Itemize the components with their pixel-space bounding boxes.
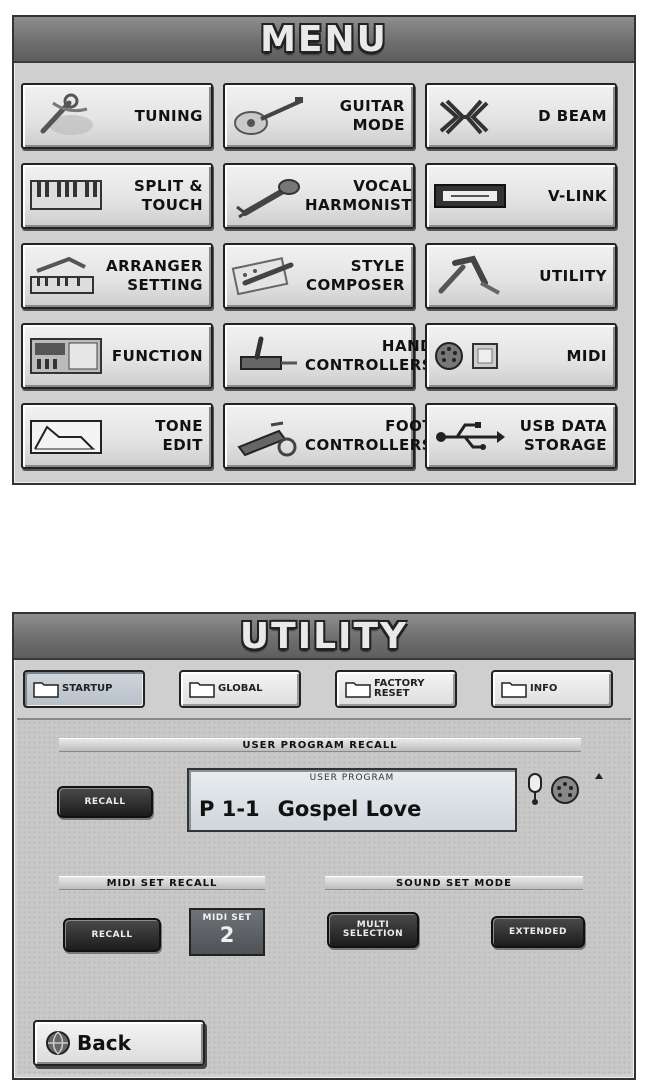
utility-tabs: STARTUP GLOBAL FACTORY RESET INFO (21, 670, 627, 710)
keyboard-icon (29, 173, 103, 219)
usb-icon (433, 413, 507, 459)
tab-label: GLOBAL (218, 683, 263, 694)
menu-button-foot-controllers[interactable]: FOOT CONTROLLERS (223, 403, 433, 469)
extended-button[interactable]: EXTENDED (491, 916, 585, 948)
utility-panel: UTILITY STARTUP GLOBAL FACTORY RESET INF… (12, 612, 636, 1080)
menu-button-usb-data-storage[interactable]: USB DATA STORAGE (425, 403, 617, 469)
menu-button-guitar-mode[interactable]: GUITAR MODE (223, 83, 415, 149)
user-program-caption: USER PROGRAM (309, 773, 395, 783)
foot-controller-icon (231, 413, 305, 459)
utility-tools-icon (433, 253, 507, 299)
microphone-icon (231, 173, 305, 219)
folder-icon (33, 682, 59, 698)
utility-title: UTILITY (14, 614, 634, 660)
midi-set-display[interactable]: MIDI SET 2 (189, 908, 265, 956)
midi-connector-icon[interactable] (549, 774, 581, 806)
folder-icon (501, 682, 527, 698)
tab-label: STARTUP (62, 683, 113, 694)
menu-button-vocal-harmonist[interactable]: VOCAL HARMONIST (223, 163, 415, 229)
midi-set-value: 2 (219, 923, 235, 947)
tab-label: INFO (530, 683, 558, 694)
arranger-icon (29, 253, 103, 299)
menu-button-label: SPLIT & TOUCH (134, 177, 203, 214)
user-program-display[interactable]: USER PROGRAM P 1-1 Gospel Love (187, 768, 517, 832)
folder-icon (345, 682, 371, 698)
menu-button-v-link[interactable]: V-LINK (425, 163, 617, 229)
user-program-recall-button[interactable]: RECALL (57, 786, 153, 818)
menu-button-label: ARRANGER SETTING (106, 257, 203, 294)
menu-button-tone-edit[interactable]: TONE EDIT (21, 403, 213, 469)
menu-button-arranger-setting[interactable]: ARRANGER SETTING (21, 243, 213, 309)
hand-controller-icon (231, 333, 305, 379)
d-beam-icon (433, 93, 507, 139)
scroll-up-icon[interactable] (593, 770, 605, 782)
user-program-number: P 1-1 (199, 797, 260, 821)
menu-panel: MENU TUNING GUITAR MODE D BEAM SPLIT & T… (12, 15, 636, 485)
menu-button-split-touch[interactable]: SPLIT & TOUCH (21, 163, 213, 229)
menu-button-utility[interactable]: UTILITY (425, 243, 617, 309)
midi-set-recall-button[interactable]: RECALL (63, 918, 161, 952)
back-button[interactable]: Back (33, 1020, 205, 1066)
menu-button-midi[interactable]: MIDI (425, 323, 617, 389)
tone-edit-icon (29, 413, 103, 459)
user-program-recall-header: USER PROGRAM RECALL (59, 738, 581, 752)
menu-button-label: MIDI (566, 346, 607, 365)
menu-title: MENU (14, 17, 634, 63)
user-program-value: P 1-1 Gospel Love (199, 792, 509, 826)
user-program-name: Gospel Love (277, 797, 422, 821)
menu-button-style-composer[interactable]: STYLE COMPOSER (223, 243, 415, 309)
menu-button-label: TONE EDIT (155, 417, 203, 454)
tab-info[interactable]: INFO (491, 670, 613, 708)
tab-global[interactable]: GLOBAL (179, 670, 301, 708)
menu-button-d-beam[interactable]: D BEAM (425, 83, 617, 149)
folder-icon (189, 682, 215, 698)
style-composer-icon (231, 253, 305, 299)
midi-set-recall-header: MIDI SET RECALL (59, 876, 265, 890)
multi-selection-button[interactable]: MULTI SELECTION (327, 912, 419, 948)
guitar-icon (231, 93, 305, 139)
menu-button-function[interactable]: FUNCTION (21, 323, 213, 389)
menu-button-label: FUNCTION (111, 346, 203, 365)
menu-button-label: FOOT CONTROLLERS (305, 417, 434, 454)
midi-icon (433, 333, 507, 379)
menu-button-label: STYLE COMPOSER (305, 257, 405, 294)
back-button-label: Back (77, 1031, 131, 1055)
menu-button-label: D BEAM (538, 106, 607, 125)
menu-button-label: USB DATA STORAGE (519, 417, 607, 454)
menu-button-label: VOCAL HARMONIST (305, 177, 413, 214)
lock-icon[interactable] (525, 772, 545, 806)
menu-button-label: V-LINK (547, 186, 607, 205)
menu-button-label: TUNING (134, 106, 203, 125)
startup-page: USER PROGRAM RECALL RECALL USER PROGRAM … (17, 718, 631, 1074)
function-icon (29, 333, 103, 379)
menu-button-label: HAND CONTROLLERS (305, 337, 434, 374)
tab-factory-reset[interactable]: FACTORY RESET (335, 670, 457, 708)
tab-startup[interactable]: STARTUP (23, 670, 145, 708)
menu-button-label: UTILITY (539, 266, 607, 285)
menu-button-tuning[interactable]: TUNING (21, 83, 213, 149)
back-globe-icon (46, 1031, 70, 1055)
tuning-wrench-icon (29, 93, 103, 139)
menu-button-hand-controllers[interactable]: HAND CONTROLLERS (223, 323, 433, 389)
sound-set-mode-header: SOUND SET MODE (325, 876, 583, 890)
midi-set-caption: MIDI SET (202, 913, 252, 923)
v-link-icon (433, 173, 507, 219)
tab-label: FACTORY RESET (374, 678, 425, 699)
menu-grid: TUNING GUITAR MODE D BEAM SPLIT & TOUCH … (21, 83, 617, 469)
menu-button-label: GUITAR MODE (339, 97, 405, 134)
